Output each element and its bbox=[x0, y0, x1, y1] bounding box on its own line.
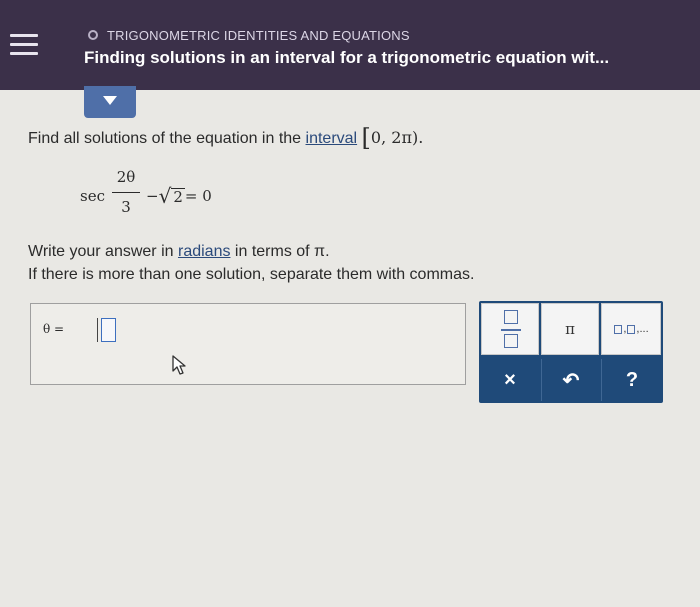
answer-input[interactable] bbox=[101, 318, 116, 342]
question-text: Find all solutions of the equation in th… bbox=[28, 124, 424, 152]
radicand: 2 bbox=[171, 187, 185, 206]
text-caret bbox=[97, 318, 98, 342]
fraction-button[interactable] bbox=[481, 303, 539, 355]
fraction-denominator: 3 bbox=[121, 198, 131, 216]
answer-area[interactable]: θ = bbox=[30, 303, 466, 385]
topic-label: TRIGONOMETRIC IDENTITIES AND EQUATIONS bbox=[88, 27, 410, 43]
theta-label: θ = bbox=[43, 322, 65, 336]
fraction-numerator: 2θ bbox=[116, 168, 136, 186]
help-button[interactable]: ? bbox=[601, 359, 662, 401]
interval-value: 0, 2π). bbox=[370, 128, 424, 147]
fraction-bar bbox=[112, 192, 140, 193]
list-suffix: ,... bbox=[636, 323, 649, 335]
radians-link[interactable]: radians bbox=[178, 243, 230, 260]
list-box-icon bbox=[627, 324, 636, 334]
pi-button[interactable]: π bbox=[541, 303, 599, 355]
equation-rhs: = 0 bbox=[184, 187, 212, 205]
topic-circle-icon bbox=[88, 30, 98, 40]
fraction-bottom-box-icon bbox=[504, 334, 518, 348]
list-box-icon bbox=[614, 324, 623, 334]
equation-minus: − bbox=[146, 187, 159, 205]
menu-icon[interactable] bbox=[10, 32, 38, 58]
list-button[interactable]: ,,... bbox=[601, 303, 661, 355]
undo-button[interactable]: ↶ bbox=[541, 359, 600, 401]
interval-link[interactable]: interval bbox=[306, 130, 358, 147]
fraction-line-icon bbox=[501, 329, 521, 331]
instruction-radians: Write your answer in radians in terms of… bbox=[28, 243, 330, 260]
equation-rest: − √ 2 = 0 bbox=[146, 184, 212, 208]
mouse-pointer-icon bbox=[172, 355, 186, 375]
clear-button[interactable]: × bbox=[481, 359, 539, 401]
topic-text: TRIGONOMETRIC IDENTITIES AND EQUATIONS bbox=[107, 27, 410, 43]
math-keypad: π ,,... × ↶ ? bbox=[479, 301, 663, 403]
fraction-top-box-icon bbox=[504, 310, 518, 324]
sqrt-icon: √ bbox=[158, 184, 172, 208]
header-bar: TRIGONOMETRIC IDENTITIES AND EQUATIONS F… bbox=[0, 0, 700, 90]
instruction-commas: If there is more than one solution, sepa… bbox=[28, 266, 475, 283]
interval-bracket: [ bbox=[361, 124, 371, 152]
equation-func: sec bbox=[80, 187, 105, 205]
page-title: Finding solutions in an interval for a t… bbox=[84, 48, 610, 67]
collapse-dropdown-button[interactable] bbox=[84, 86, 136, 118]
chevron-down-icon bbox=[103, 96, 117, 105]
